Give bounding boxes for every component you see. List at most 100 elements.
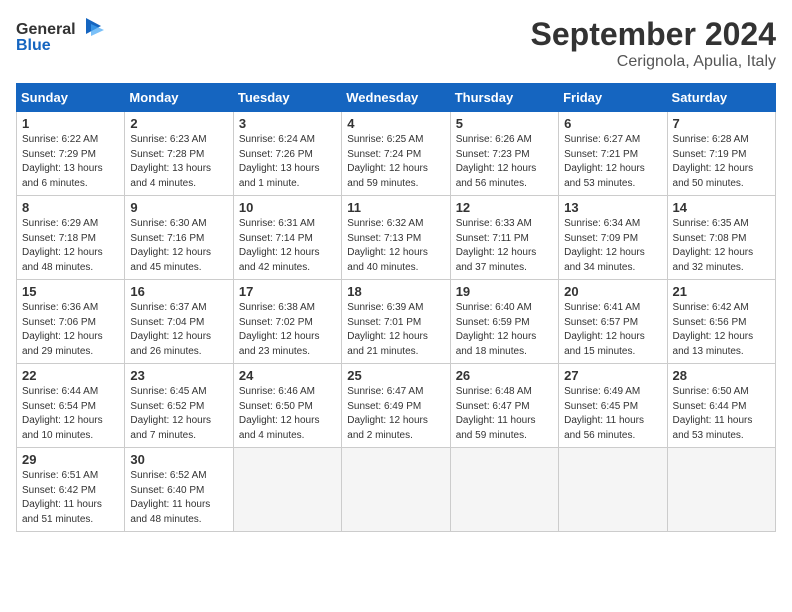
- calendar-week-row: 22 Sunrise: 6:44 AM Sunset: 6:54 PM Dayli…: [17, 364, 776, 448]
- day-number: 9: [130, 200, 227, 215]
- day-number: 21: [673, 284, 770, 299]
- day-number: 2: [130, 116, 227, 131]
- day-info: Sunrise: 6:35 AM Sunset: 7:08 PM Dayligh…: [673, 217, 770, 275]
- day-info: Sunrise: 6:44 AM Sunset: 6:54 PM Dayligh…: [22, 385, 119, 443]
- calendar-cell: 18 Sunrise: 6:39 AM Sunset: 7:01 PM Dayli…: [342, 280, 450, 364]
- day-info: Sunrise: 6:31 AM Sunset: 7:14 PM Dayligh…: [239, 217, 336, 275]
- day-info: Sunrise: 6:45 AM Sunset: 6:52 PM Dayligh…: [130, 385, 227, 443]
- day-number: 6: [564, 116, 661, 131]
- day-info: Sunrise: 6:37 AM Sunset: 7:04 PM Dayligh…: [130, 301, 227, 359]
- day-info: Sunrise: 6:40 AM Sunset: 6:59 PM Dayligh…: [456, 301, 553, 359]
- day-number: 13: [564, 200, 661, 215]
- day-number: 26: [456, 368, 553, 383]
- day-number: 16: [130, 284, 227, 299]
- day-number: 10: [239, 200, 336, 215]
- calendar-cell: 1Sunrise: 6:22 AM Sunset: 7:29 PM Daylig…: [17, 112, 125, 196]
- weekday-header: Friday: [559, 84, 667, 112]
- day-number: 14: [673, 200, 770, 215]
- day-info: Sunrise: 6:33 AM Sunset: 7:11 PM Dayligh…: [456, 217, 553, 275]
- day-number: 30: [130, 452, 227, 467]
- calendar-cell: 9 Sunrise: 6:30 AM Sunset: 7:16 PM Daylig…: [125, 196, 233, 280]
- day-number: 7: [673, 116, 770, 131]
- day-number: 4: [347, 116, 444, 131]
- calendar-cell: [342, 448, 450, 532]
- svg-text:Blue: Blue: [16, 37, 51, 54]
- day-info: Sunrise: 6:26 AM Sunset: 7:23 PM Dayligh…: [456, 133, 553, 191]
- calendar-cell: 27 Sunrise: 6:49 AM Sunset: 6:45 PM Dayli…: [559, 364, 667, 448]
- day-number: 28: [673, 368, 770, 383]
- calendar-table: SundayMondayTuesdayWednesdayThursdayFrid…: [16, 83, 776, 532]
- calendar-cell: 29 Sunrise: 6:51 AM Sunset: 6:42 PM Dayli…: [17, 448, 125, 532]
- calendar-week-row: 29 Sunrise: 6:51 AM Sunset: 6:42 PM Dayli…: [17, 448, 776, 532]
- day-info: Sunrise: 6:24 AM Sunset: 7:26 PM Dayligh…: [239, 133, 336, 191]
- day-info: Sunrise: 6:28 AM Sunset: 7:19 PM Dayligh…: [673, 133, 770, 191]
- day-info: Sunrise: 6:46 AM Sunset: 6:50 PM Dayligh…: [239, 385, 336, 443]
- calendar-week-row: 8 Sunrise: 6:29 AM Sunset: 7:18 PM Daylig…: [17, 196, 776, 280]
- calendar-cell: 6 Sunrise: 6:27 AM Sunset: 7:21 PM Daylig…: [559, 112, 667, 196]
- calendar-cell: 10 Sunrise: 6:31 AM Sunset: 7:14 PM Dayli…: [233, 196, 341, 280]
- weekday-header: Saturday: [667, 84, 775, 112]
- calendar-cell: 30Sunrise: 6:52 AM Sunset: 6:40 PM Dayli…: [125, 448, 233, 532]
- calendar-cell: 11Sunrise: 6:32 AM Sunset: 7:13 PM Dayli…: [342, 196, 450, 280]
- day-info: Sunrise: 6:42 AM Sunset: 6:56 PM Dayligh…: [673, 301, 770, 359]
- calendar-week-row: 15 Sunrise: 6:36 AM Sunset: 7:06 PM Dayli…: [17, 280, 776, 364]
- day-info: Sunrise: 6:51 AM Sunset: 6:42 PM Dayligh…: [22, 469, 119, 527]
- page-header: General Blue September 2024 Cerignola, A…: [16, 16, 776, 71]
- svg-text:General: General: [16, 21, 76, 38]
- day-info: Sunrise: 6:34 AM Sunset: 7:09 PM Dayligh…: [564, 217, 661, 275]
- day-info: Sunrise: 6:36 AM Sunset: 7:06 PM Dayligh…: [22, 301, 119, 359]
- day-number: 19: [456, 284, 553, 299]
- month-title: September 2024 Cerignola, Apulia, Italy: [531, 16, 776, 71]
- weekday-header-row: SundayMondayTuesdayWednesdayThursdayFrid…: [17, 84, 776, 112]
- day-info: Sunrise: 6:32 AM Sunset: 7:13 PM Dayligh…: [347, 217, 444, 275]
- weekday-header: Thursday: [450, 84, 558, 112]
- calendar-cell: 15 Sunrise: 6:36 AM Sunset: 7:06 PM Dayli…: [17, 280, 125, 364]
- logo-svg: General Blue: [16, 16, 106, 54]
- calendar-cell: 3 Sunrise: 6:24 AM Sunset: 7:26 PM Daylig…: [233, 112, 341, 196]
- day-number: 17: [239, 284, 336, 299]
- calendar-cell: 14 Sunrise: 6:35 AM Sunset: 7:08 PM Dayli…: [667, 196, 775, 280]
- day-info: Sunrise: 6:29 AM Sunset: 7:18 PM Dayligh…: [22, 217, 119, 275]
- calendar-cell: 17 Sunrise: 6:38 AM Sunset: 7:02 PM Dayli…: [233, 280, 341, 364]
- day-info: Sunrise: 6:39 AM Sunset: 7:01 PM Dayligh…: [347, 301, 444, 359]
- day-number: 8: [22, 200, 119, 215]
- day-info: Sunrise: 6:38 AM Sunset: 7:02 PM Dayligh…: [239, 301, 336, 359]
- day-number: 23: [130, 368, 227, 383]
- day-info: Sunrise: 6:30 AM Sunset: 7:16 PM Dayligh…: [130, 217, 227, 275]
- calendar-cell: [233, 448, 341, 532]
- weekday-header: Wednesday: [342, 84, 450, 112]
- weekday-header: Sunday: [17, 84, 125, 112]
- month-year: September 2024: [531, 16, 776, 53]
- day-info: Sunrise: 6:49 AM Sunset: 6:45 PM Dayligh…: [564, 385, 661, 443]
- calendar-cell: [559, 448, 667, 532]
- calendar-cell: 13 Sunrise: 6:34 AM Sunset: 7:09 PM Dayli…: [559, 196, 667, 280]
- day-number: 25: [347, 368, 444, 383]
- day-number: 15: [22, 284, 119, 299]
- calendar-cell: [450, 448, 558, 532]
- day-info: Sunrise: 6:41 AM Sunset: 6:57 PM Dayligh…: [564, 301, 661, 359]
- day-number: 18: [347, 284, 444, 299]
- calendar-cell: 23 Sunrise: 6:45 AM Sunset: 6:52 PM Dayli…: [125, 364, 233, 448]
- day-number: 29: [22, 452, 119, 467]
- day-info: Sunrise: 6:25 AM Sunset: 7:24 PM Dayligh…: [347, 133, 444, 191]
- calendar-cell: 21 Sunrise: 6:42 AM Sunset: 6:56 PM Dayli…: [667, 280, 775, 364]
- calendar-cell: 8 Sunrise: 6:29 AM Sunset: 7:18 PM Daylig…: [17, 196, 125, 280]
- calendar-cell: [667, 448, 775, 532]
- day-info: Sunrise: 6:27 AM Sunset: 7:21 PM Dayligh…: [564, 133, 661, 191]
- calendar-cell: 20 Sunrise: 6:41 AM Sunset: 6:57 PM Dayli…: [559, 280, 667, 364]
- calendar-cell: 7 Sunrise: 6:28 AM Sunset: 7:19 PM Daylig…: [667, 112, 775, 196]
- day-number: 5: [456, 116, 553, 131]
- calendar-cell: 4 Sunrise: 6:25 AM Sunset: 7:24 PM Daylig…: [342, 112, 450, 196]
- day-number: 27: [564, 368, 661, 383]
- calendar-cell: 25 Sunrise: 6:47 AM Sunset: 6:49 PM Dayli…: [342, 364, 450, 448]
- weekday-header: Monday: [125, 84, 233, 112]
- day-number: 20: [564, 284, 661, 299]
- day-number: 3: [239, 116, 336, 131]
- calendar-cell: 5 Sunrise: 6:26 AM Sunset: 7:23 PM Daylig…: [450, 112, 558, 196]
- weekday-header: Tuesday: [233, 84, 341, 112]
- day-number: 22: [22, 368, 119, 383]
- calendar-cell: 19 Sunrise: 6:40 AM Sunset: 6:59 PM Dayli…: [450, 280, 558, 364]
- day-info: Sunrise: 6:47 AM Sunset: 6:49 PM Dayligh…: [347, 385, 444, 443]
- day-info: Sunrise: 6:23 AM Sunset: 7:28 PM Dayligh…: [130, 133, 227, 191]
- calendar-cell: 24Sunrise: 6:46 AM Sunset: 6:50 PM Dayli…: [233, 364, 341, 448]
